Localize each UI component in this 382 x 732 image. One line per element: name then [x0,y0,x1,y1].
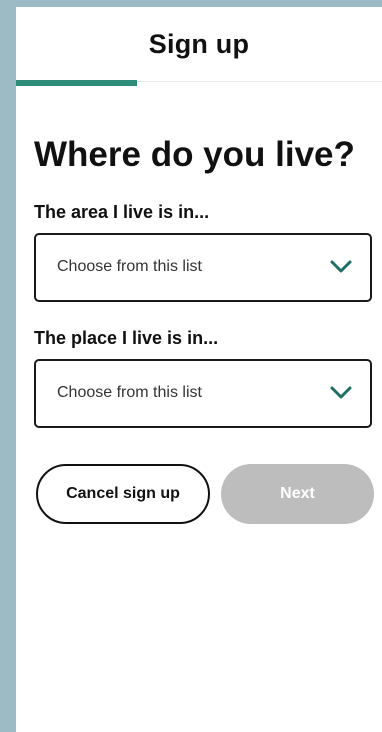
header: Sign up [16,7,382,86]
chevron-down-icon [330,386,352,399]
next-button[interactable]: Next [221,464,374,524]
page-title: Where do you live? [34,135,355,174]
action-buttons: Cancel sign up Next [34,464,382,526]
place-select-value: Choose from this list [57,384,202,401]
place-select[interactable]: Choose from this list [34,359,372,428]
area-field-label: The area I live is in... [34,202,210,222]
progress-bar [16,80,382,86]
cancel-signup-button[interactable]: Cancel sign up [36,464,210,524]
progress-bar-fill [16,80,137,86]
chevron-down-icon [330,260,352,273]
area-select-value: Choose from this list [57,258,202,275]
header-title: Sign up [148,29,250,59]
signup-screen: Sign up Where do you live? The area I li… [16,7,382,732]
area-select[interactable]: Choose from this list [34,233,372,302]
form: Where do you live? The area I live is in… [16,135,382,526]
place-field-label: The place I live is in... [34,328,219,348]
